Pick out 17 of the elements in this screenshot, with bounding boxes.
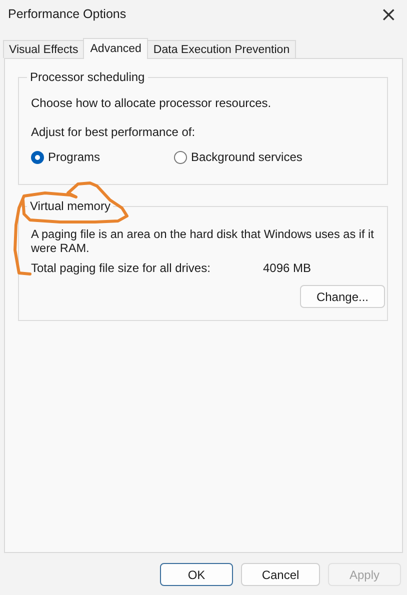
tab[interactable]: Data Execution Prevention bbox=[147, 40, 296, 58]
prompt-text: Adjust for best performance of: bbox=[31, 125, 196, 139]
description-text: Choose how to allocate processor resources. bbox=[31, 96, 272, 110]
size-value: 4096 MB bbox=[263, 261, 312, 275]
change-button[interactable]: Change... bbox=[300, 285, 385, 308]
window-title: Performance Options bbox=[8, 7, 126, 21]
group-title: Processor scheduling bbox=[27, 70, 148, 84]
close-button[interactable]: × bbox=[378, 4, 399, 24]
tab[interactable]: Visual Effects bbox=[3, 40, 84, 58]
dialog-button[interactable]: OK bbox=[160, 563, 233, 586]
radio-option[interactable]: Background services bbox=[174, 150, 317, 164]
description-text: A paging file is an area on the hard disk that Windows uses as if it were RAM. bbox=[31, 226, 375, 255]
tab[interactable]: Advanced bbox=[83, 38, 148, 59]
dialog-button[interactable]: Cancel bbox=[241, 563, 320, 586]
group-title: Virtual memory bbox=[27, 199, 114, 213]
radio-option[interactable]: Programs bbox=[31, 150, 174, 164]
size-label: Total paging file size for all drives: bbox=[31, 261, 212, 275]
